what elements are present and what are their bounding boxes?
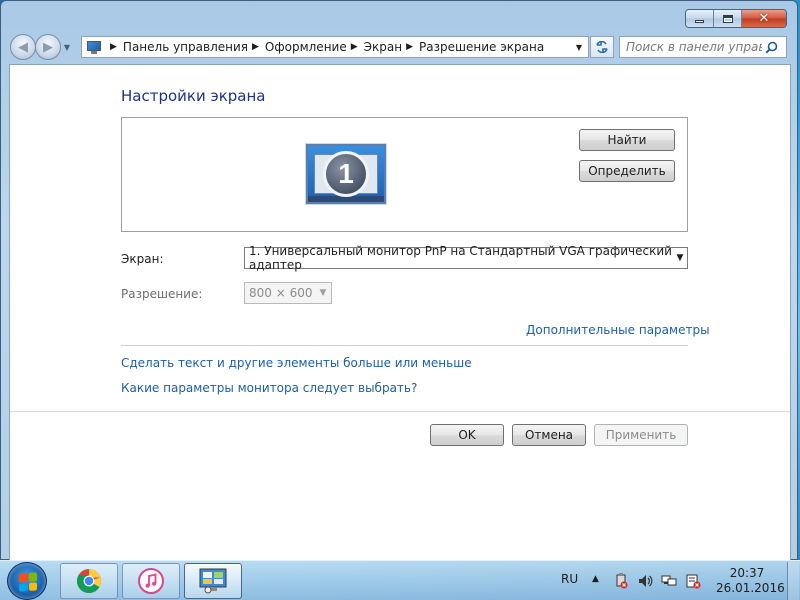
monitor-1-thumbnail[interactable]: 1 bbox=[306, 144, 386, 204]
language-indicator[interactable]: RU bbox=[561, 572, 578, 586]
recent-pages-dropdown[interactable]: ▼ bbox=[61, 34, 73, 60]
resolution-label: Разрешение: bbox=[121, 287, 203, 301]
monitor-arrangement-panel: 1 Найти Определить bbox=[121, 117, 688, 232]
taskbar-itunes[interactable] bbox=[122, 563, 180, 599]
itunes-icon bbox=[138, 568, 164, 594]
close-button[interactable]: ✕ bbox=[742, 10, 786, 27]
button-bar-divider bbox=[10, 411, 790, 412]
nav-buttons: ◀ ▶ ▼ bbox=[10, 34, 73, 60]
breadcrumb-separator-icon[interactable]: ▶ bbox=[110, 42, 117, 52]
action-center-icon[interactable] bbox=[685, 573, 701, 589]
chevron-down-icon: ▼ bbox=[319, 288, 327, 298]
resolution-select[interactable]: 800 × 600 ▼ bbox=[244, 282, 332, 304]
apply-button[interactable]: Применить bbox=[594, 424, 688, 446]
maximize-button[interactable] bbox=[714, 10, 742, 27]
refresh-icon bbox=[596, 41, 608, 53]
address-dropdown-icon[interactable]: ▼ bbox=[570, 43, 588, 52]
advanced-settings-link[interactable]: Дополнительные параметры bbox=[526, 323, 710, 337]
refresh-button[interactable] bbox=[590, 36, 614, 58]
clock-date: 26.01.2016 bbox=[716, 581, 785, 595]
clock-time: 20:37 bbox=[729, 566, 765, 580]
minimize-button[interactable] bbox=[686, 10, 714, 27]
caption-buttons: ✕ bbox=[685, 9, 787, 28]
ok-button[interactable]: OK bbox=[430, 424, 504, 446]
back-button[interactable]: ◀ bbox=[10, 34, 36, 60]
forward-button[interactable]: ▶ bbox=[35, 34, 61, 60]
content-area: Настройки экрана 1 Найти Определить Экра… bbox=[9, 64, 791, 561]
screen-label: Экран: bbox=[121, 252, 164, 266]
chrome-icon bbox=[76, 569, 101, 594]
search-box[interactable] bbox=[619, 36, 787, 58]
back-arrow-icon: ◀ bbox=[18, 39, 28, 55]
page-title: Настройки экрана bbox=[121, 87, 266, 105]
show-hidden-icons-button[interactable]: ▲ bbox=[592, 574, 599, 584]
breadcrumb-control-panel[interactable]: Панель управления bbox=[123, 40, 248, 54]
divider bbox=[121, 345, 688, 346]
identify-button[interactable]: Определить bbox=[579, 160, 675, 182]
text-size-link[interactable]: Сделать текст и другие элементы больше и… bbox=[121, 356, 472, 370]
taskbar-chrome[interactable] bbox=[60, 563, 118, 599]
find-button[interactable]: Найти bbox=[579, 129, 675, 151]
taskbar: RU ▲ 20:37 26.01.2016 bbox=[0, 560, 800, 600]
breadcrumb-display[interactable]: Экран bbox=[364, 40, 402, 54]
chevron-down-icon: ▼ bbox=[63, 42, 71, 52]
windows-logo-icon bbox=[19, 572, 37, 592]
show-desktop-button[interactable] bbox=[787, 562, 799, 600]
monitor-help-link[interactable]: Какие параметры монитора следует выбрать… bbox=[121, 381, 417, 395]
taskbar-control-panel[interactable] bbox=[184, 563, 242, 599]
chevron-up-icon: ▲ bbox=[592, 574, 599, 584]
usb-device-icon[interactable] bbox=[613, 573, 629, 589]
start-button[interactable] bbox=[7, 562, 47, 600]
breadcrumb-appearance[interactable]: Оформление bbox=[265, 40, 347, 54]
network-icon[interactable] bbox=[661, 573, 677, 589]
search-input[interactable] bbox=[626, 40, 762, 54]
control-panel-icon bbox=[199, 568, 227, 594]
system-clock[interactable]: 20:37 26.01.2016 bbox=[716, 566, 785, 596]
control-panel-window: ✕ ◀ ▶ ▼ ▶ Панель управления ▶ Оформление… bbox=[0, 0, 798, 561]
breadcrumb-separator-icon[interactable]: ▶ bbox=[252, 42, 259, 52]
search-button[interactable] bbox=[762, 41, 780, 54]
monitor-number-badge: 1 bbox=[323, 151, 369, 197]
minimize-icon bbox=[695, 20, 704, 23]
maximize-icon bbox=[722, 14, 733, 23]
resolution-select-value: 800 × 600 bbox=[249, 286, 313, 300]
breadcrumb-separator-icon[interactable]: ▶ bbox=[406, 42, 413, 52]
screen-select-value: 1. Универсальный монитор PnP на Стандарт… bbox=[249, 244, 672, 272]
screen-select[interactable]: 1. Универсальный монитор PnP на Стандарт… bbox=[244, 244, 688, 272]
forward-arrow-icon: ▶ bbox=[43, 39, 53, 55]
control-panel-icon bbox=[86, 40, 102, 54]
breadcrumb-separator-icon[interactable]: ▶ bbox=[351, 42, 358, 52]
address-bar[interactable]: ▶ Панель управления ▶ Оформление ▶ Экран… bbox=[81, 36, 589, 58]
cancel-button[interactable]: Отмена bbox=[512, 424, 586, 446]
breadcrumb-screen-resolution[interactable]: Разрешение экрана bbox=[419, 40, 544, 54]
volume-icon[interactable] bbox=[637, 573, 653, 589]
close-icon: ✕ bbox=[758, 11, 770, 26]
chevron-down-icon: ▼ bbox=[676, 253, 684, 263]
search-icon bbox=[764, 41, 777, 54]
